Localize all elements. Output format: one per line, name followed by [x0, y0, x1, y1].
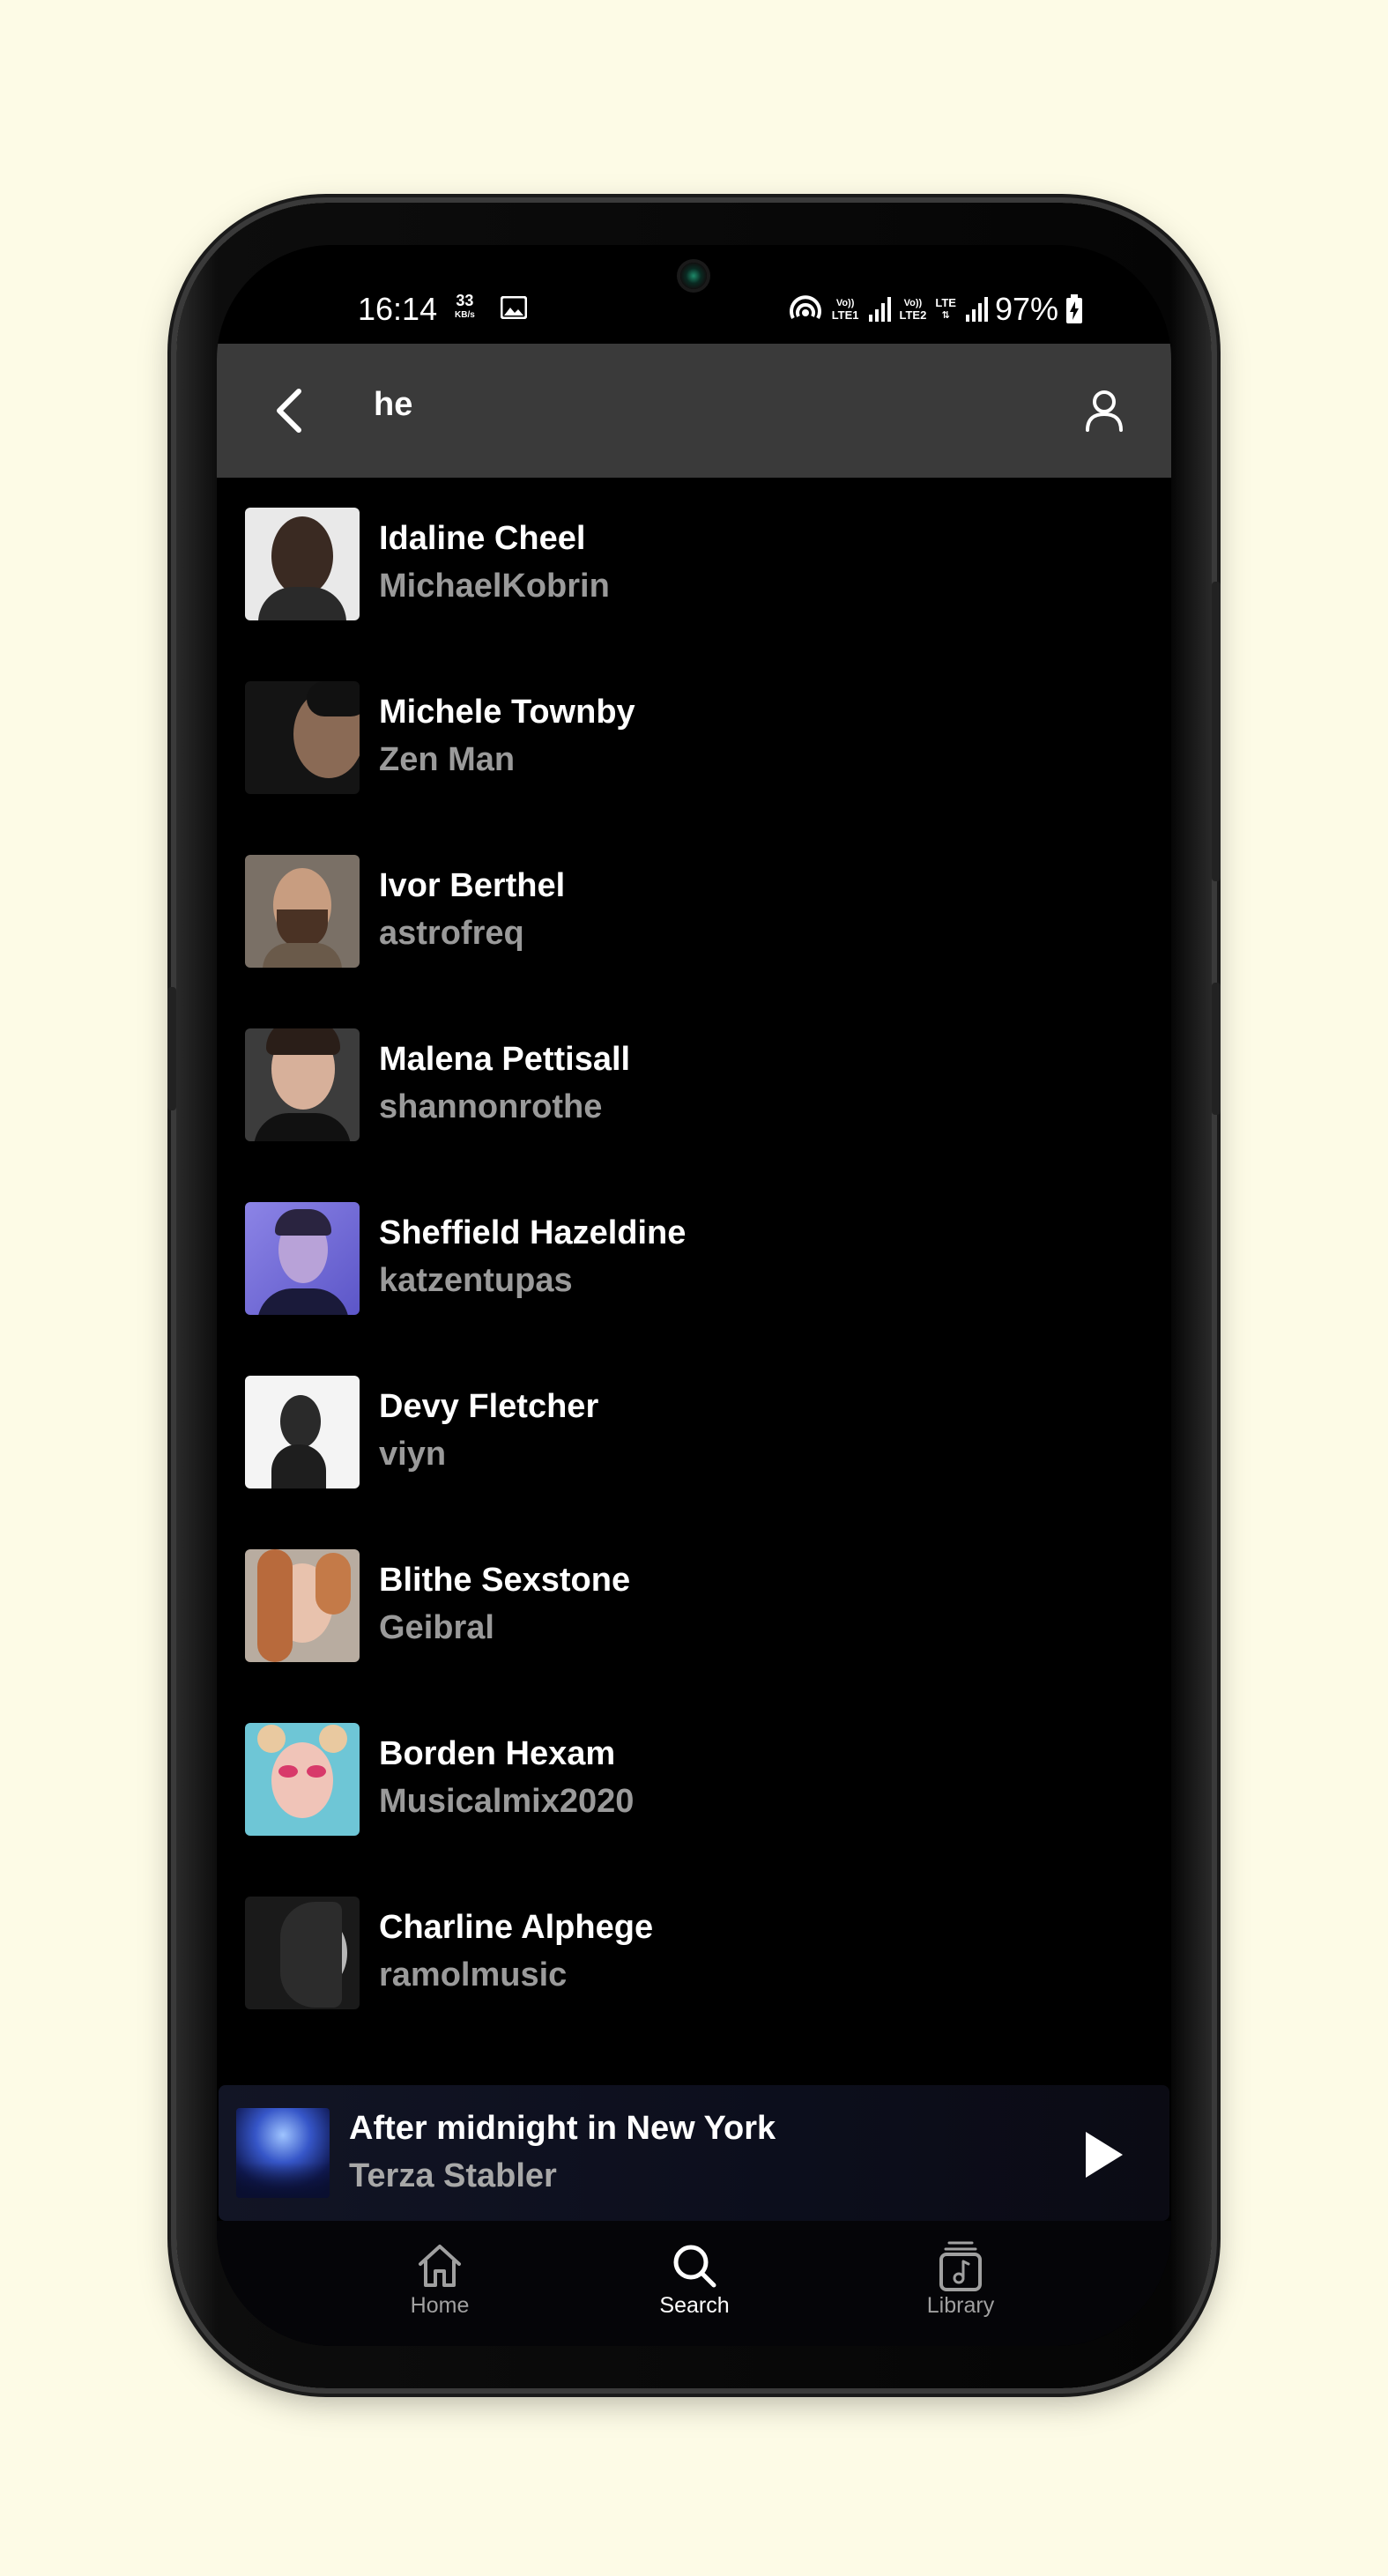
result-subtitle: MichaelKobrin — [379, 568, 610, 605]
status-icons: Vo)) LTE1 Vo)) LTE2 LTE ⇅ — [788, 295, 988, 323]
avatar — [245, 855, 360, 968]
signal-icon — [965, 297, 988, 322]
result-subtitle: Geibral — [379, 1609, 494, 1646]
chevron-left-icon — [277, 389, 301, 433]
library-icon — [939, 2241, 982, 2291]
search-icon — [673, 2245, 716, 2288]
search-header: he — [217, 344, 1171, 478]
list-item[interactable]: Devy Fletcher viyn — [217, 1346, 1171, 1519]
avatar — [245, 1376, 360, 1488]
sim2-label: Vo)) LTE2 — [899, 298, 927, 322]
play-button[interactable] — [1073, 2124, 1134, 2186]
nav-library[interactable]: Library — [890, 2238, 1031, 2319]
list-item[interactable]: Idaline Cheel MichaelKobrin — [217, 478, 1171, 651]
status-time: 16:14 — [358, 291, 438, 327]
avatar — [245, 681, 360, 794]
result-title: Blithe Sexstone — [379, 1562, 631, 1599]
list-item[interactable]: Borden Hexam Musicalmix2020 — [217, 1693, 1171, 1867]
hotspot-icon — [789, 295, 821, 319]
result-subtitle: katzentupas — [379, 1262, 573, 1299]
list-item[interactable]: Charline Alphege ramolmusic — [217, 1867, 1171, 2040]
result-subtitle: Musicalmix2020 — [379, 1783, 635, 1820]
front-camera — [680, 263, 707, 289]
result-subtitle: Zen Man — [379, 741, 516, 778]
avatar — [245, 1549, 360, 1662]
status-bar: 16:14 33 KB/s Vo)) LTE1 Vo)) LTE2 LTE ⇅ … — [217, 245, 1171, 344]
nav-search-label: Search — [659, 2293, 730, 2318]
result-title: Sheffield Hazeldine — [379, 1214, 687, 1251]
list-item[interactable]: Michele Townby Zen Man — [217, 651, 1171, 825]
result-subtitle: viyn — [379, 1436, 447, 1473]
list-item[interactable]: Blithe Sexstone Geibral — [217, 1519, 1171, 1693]
result-subtitle: astrofreq — [379, 915, 524, 952]
lte-text: LTE — [935, 296, 956, 309]
network-speed-value: 33 — [456, 292, 474, 309]
home-icon — [419, 2245, 461, 2287]
list-item[interactable]: Sheffield Hazeldine katzentupas — [217, 1172, 1171, 1346]
list-item[interactable]: Ivor Berthel astrofreq — [217, 825, 1171, 998]
list-item[interactable]: Malena Pettisall shannonrothe — [217, 998, 1171, 1172]
sim1-text: LTE1 — [831, 308, 859, 322]
battery-percent: 97% — [994, 291, 1058, 327]
avatar — [245, 1202, 360, 1315]
side-key — [167, 987, 176, 1110]
screen: 16:14 33 KB/s Vo)) LTE1 Vo)) LTE2 LTE ⇅ … — [217, 245, 1171, 2346]
nav-search[interactable]: Search — [624, 2238, 765, 2319]
network-speed: 33 KB/s — [455, 293, 475, 322]
status-right-group: Vo)) LTE1 Vo)) LTE2 LTE ⇅ 97% — [788, 291, 1083, 328]
user-icon — [1086, 390, 1123, 432]
now-playing-title: After midnight in New York — [349, 2110, 776, 2147]
nav-library-label: Library — [926, 2293, 995, 2318]
avatar — [245, 1028, 360, 1141]
result-title: Ivor Berthel — [379, 867, 566, 904]
avatar — [245, 1897, 360, 2009]
nav-home-label: Home — [410, 2293, 470, 2318]
album-art — [236, 2108, 330, 2198]
now-playing-bar[interactable]: After midnight in New York Terza Stabler — [219, 2085, 1169, 2221]
bottom-navigation: Home Search Library — [217, 2221, 1171, 2346]
lte-label: LTE ⇅ — [935, 296, 956, 322]
result-title: Borden Hexam — [379, 1735, 616, 1772]
result-subtitle: ramolmusic — [379, 1956, 568, 1993]
result-subtitle: shannonrothe — [379, 1088, 603, 1125]
avatar — [245, 508, 360, 620]
sim2-text: LTE2 — [899, 308, 927, 322]
network-speed-unit: KB/s — [455, 310, 475, 320]
power-button — [1212, 582, 1221, 881]
result-title: Charline Alphege — [379, 1909, 654, 1946]
signal-icon — [868, 297, 891, 322]
result-title: Devy Fletcher — [379, 1388, 599, 1425]
sim1-label: Vo)) LTE1 — [831, 298, 859, 322]
profile-button[interactable] — [1076, 382, 1132, 439]
play-icon — [1086, 2132, 1123, 2178]
search-query[interactable]: he — [374, 386, 412, 424]
phone-frame: 16:14 33 KB/s Vo)) LTE1 Vo)) LTE2 LTE ⇅ … — [167, 203, 1221, 2388]
result-title: Malena Pettisall — [379, 1041, 631, 1078]
battery-charging-icon — [1066, 294, 1082, 323]
back-button[interactable] — [261, 382, 317, 439]
gallery-icon — [501, 296, 527, 319]
result-title: Michele Townby — [379, 694, 635, 731]
avatar — [245, 1723, 360, 1836]
volume-button — [1212, 983, 1221, 1115]
nav-home[interactable]: Home — [369, 2238, 510, 2319]
now-playing-artist: Terza Stabler — [349, 2157, 557, 2194]
result-title: Idaline Cheel — [379, 520, 586, 557]
